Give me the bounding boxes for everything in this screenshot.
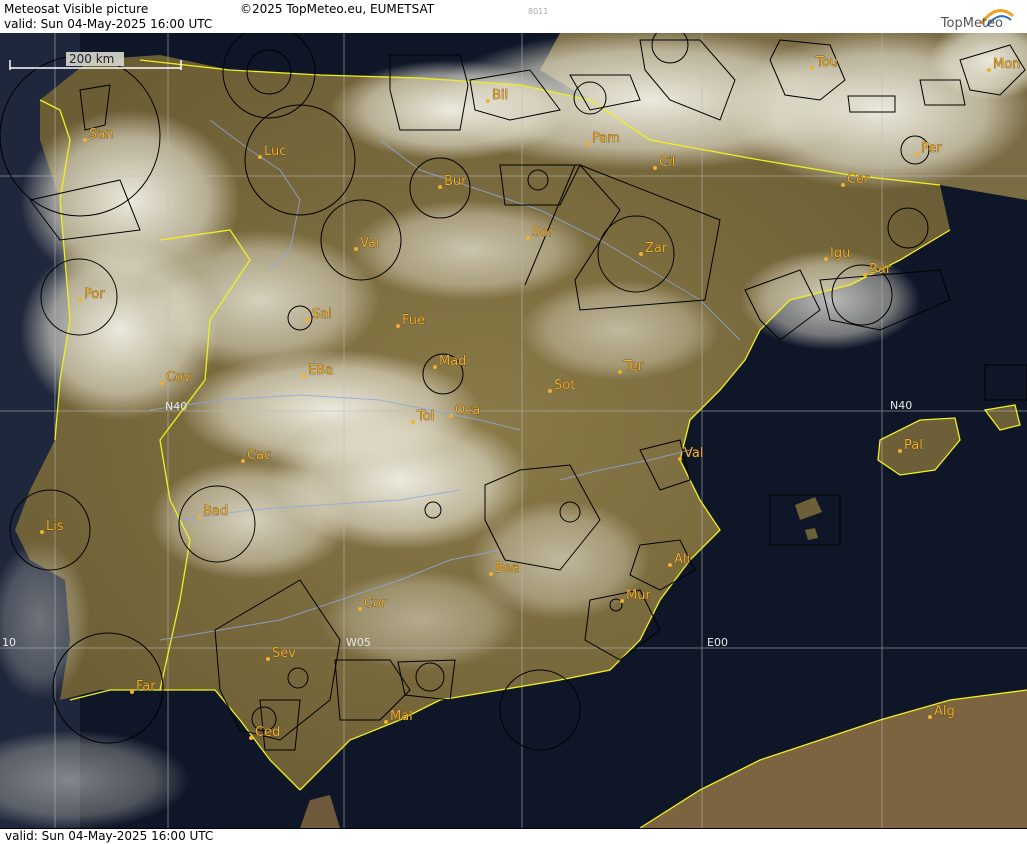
city-label-sev: Sev [272,646,296,661]
city-label-fue: Fue [402,313,425,328]
grid-label-n40-right: N40 [890,399,912,412]
city-dot [824,257,828,261]
city-label-cac: Cac [247,448,271,463]
city-label-cil: Cil [659,155,675,170]
city-label-mur: Mur [626,588,651,603]
city-dot [160,381,164,385]
topmeteo-logo[interactable]: TopMeteo [941,16,1003,31]
city-label-ced: Ced [255,725,280,740]
city-label-alg: Alg [934,704,955,719]
city-dot [618,370,622,374]
city-label-val: Val [684,446,703,461]
city-dot [130,690,134,694]
city-label-sot: Sot [554,378,575,393]
city-dot [384,720,388,724]
city-label-oca: Oca [455,403,480,418]
city-marker-mad: Mad [433,354,467,369]
city-label-san: San [89,127,113,142]
city-label-mon: Mon [993,57,1020,72]
scale-label: 200 km [69,52,114,66]
city-dot [438,185,442,189]
header-bar: Meteosat Visible picture ©2025 TopMeteo.… [0,0,1027,34]
city-dot [40,530,44,534]
satellite-image: 200 km N40 N40 W05 E00 10 San Luc Bil Pam Ci… [0,33,1027,828]
city-label-bil: Bil [492,88,508,103]
city-label-luc: Luc [264,144,286,159]
copyright-text: ©2025 TopMeteo.eu, EUMETSAT [240,2,435,16]
city-dot [249,736,253,740]
city-dot [78,298,82,302]
grid-label-w05: W05 [346,636,371,649]
city-dot [620,599,624,603]
city-label-mal: Mal [390,709,413,724]
city-label-igu: Igu [830,246,850,261]
city-label-cov: Cov [166,370,191,385]
footer-bar: valid: Sun 04-May-2025 16:00 UTC [0,828,1027,844]
city-dot [83,138,87,142]
grid-label-n40-left: N40 [165,400,187,413]
city-dot [668,563,672,567]
city-label-bur: Bur [444,174,467,189]
city-label-sor: Sor [532,225,554,240]
city-label-far: Far [136,679,156,694]
city-label-pal: Pal [904,438,923,453]
city-dot [639,252,643,256]
city-dot [548,389,552,393]
city-dot [449,414,453,418]
city-dot [810,66,814,70]
city-dot [489,572,493,576]
picture-title: Meteosat Visible picture [4,2,149,16]
city-dot [411,420,415,424]
city-dot [653,166,657,170]
city-label-val: Val [360,236,379,251]
city-label-tol: Tol [416,409,434,424]
city-dot [197,515,201,519]
city-dot [358,607,362,611]
city-label-por: Por [84,287,105,302]
city-dot [841,183,845,187]
city-dot [486,99,490,103]
city-marker-pam: Pam [586,131,620,146]
city-dot [266,657,270,661]
satellite-map[interactable]: 200 km N40 N40 W05 E00 10 San Luc Bil Pam Ci… [0,33,1027,828]
city-dot [306,318,310,322]
city-label-cor: Cor [364,596,387,611]
image-code: 8011 [528,7,549,16]
city-label-tou: Tou [815,55,838,70]
city-label-sal: Sal [312,307,332,322]
grid-label-w10: 10 [2,636,16,649]
city-dot [433,365,437,369]
city-dot [915,152,919,156]
city-dot [678,457,682,461]
city-label-ali: Ali [674,552,690,567]
city-label-per: Per [921,141,942,156]
footer-valid-time: valid: Sun 04-May-2025 16:00 UTC [5,829,214,843]
city-dot [898,449,902,453]
city-label-zar: Zar [645,241,668,256]
city-dot [354,247,358,251]
city-dot [241,459,245,463]
city-dot [928,715,932,719]
city-label-bar: Bar [869,262,892,277]
city-label-eba: EBa [308,363,333,378]
city-label-cer: Cer [847,172,870,187]
city-dot [863,273,867,277]
city-label-lis: Lis [46,519,64,534]
city-dot [586,142,590,146]
city-dot [526,236,530,240]
valid-time: valid: Sun 04-May-2025 16:00 UTC [4,17,213,31]
city-label-mad: Mad [439,354,466,369]
grid-label-e00: E00 [707,636,728,649]
city-label-bad: Bad [203,504,228,519]
city-dot [302,374,306,378]
city-dot [258,155,262,159]
city-label-pam: Pam [592,131,620,146]
city-label-bea: Bea [495,561,520,576]
city-dot [396,324,400,328]
city-dot [987,68,991,72]
city-label-ter: Ter [623,359,644,374]
